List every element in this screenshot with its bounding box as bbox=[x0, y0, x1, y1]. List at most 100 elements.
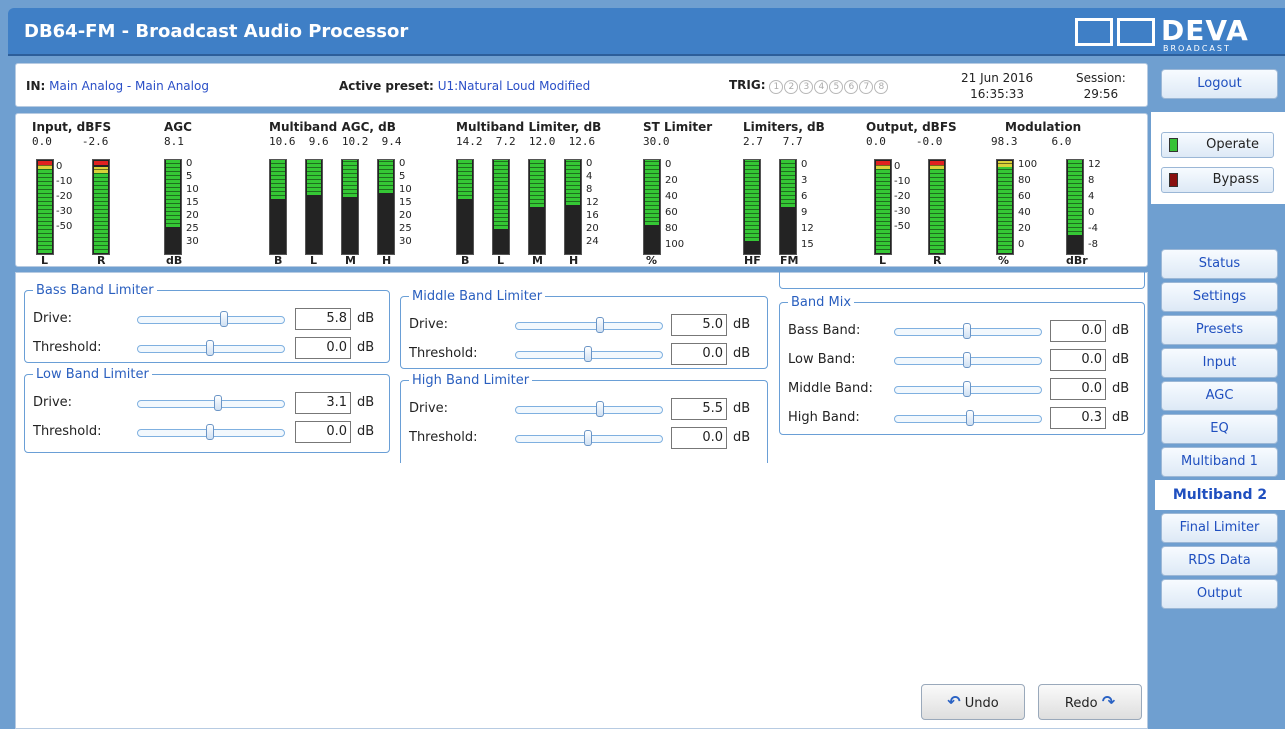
nav-final-limiter[interactable]: Final Limiter bbox=[1161, 513, 1278, 543]
meter-input-r-value: -2.6 bbox=[81, 135, 109, 148]
bass-drive-input[interactable]: 5.8 bbox=[295, 308, 351, 330]
scale-tick: 12 bbox=[1088, 159, 1101, 170]
middle-threshold-input[interactable]: 0.0 bbox=[671, 343, 727, 365]
scale-tick: 5 bbox=[399, 171, 406, 182]
nav-output[interactable]: Output bbox=[1161, 579, 1278, 609]
low-band-limiter-group: Low Band Limiter Drive: 3.1 dB Threshold… bbox=[24, 367, 390, 453]
slider-knob[interactable] bbox=[206, 424, 214, 440]
meter-st-lim-label: % bbox=[646, 254, 658, 267]
nav-status[interactable]: Status bbox=[1161, 249, 1278, 279]
nav-input[interactable]: Input bbox=[1161, 348, 1278, 378]
mix-bass-slider[interactable] bbox=[894, 323, 1042, 339]
nav-multiband-2[interactable]: Multiband 2 bbox=[1155, 480, 1285, 510]
meter-modulation-dbr-scale: 12 8 4 0 -4 -8 bbox=[1088, 157, 1101, 253]
bass-drive-slider[interactable] bbox=[137, 311, 285, 327]
nav-eq[interactable]: EQ bbox=[1161, 414, 1278, 444]
scale-tick: 40 bbox=[1018, 207, 1031, 218]
redo-button[interactable]: Redo ↷ bbox=[1038, 684, 1142, 720]
meter-mb-lim-b-bar bbox=[456, 159, 474, 255]
slider-knob[interactable] bbox=[220, 311, 228, 327]
low-threshold-slider[interactable] bbox=[137, 424, 285, 440]
meter-mb-lim: Multiband Limiter, dB 14.2 7.2 12.0 12.6 bbox=[456, 120, 601, 148]
app-title: DB64-FM - Broadcast Audio Processor bbox=[24, 21, 409, 42]
nav-multiband-1[interactable]: Multiband 1 bbox=[1161, 447, 1278, 477]
bass-threshold-slider[interactable] bbox=[137, 340, 285, 356]
meter-mb-agc-title: Multiband AGC, dB bbox=[269, 120, 396, 134]
mix-bass-input[interactable]: 0.0 bbox=[1050, 320, 1106, 342]
scale-tick: 0 bbox=[399, 158, 406, 169]
mix-low-input[interactable]: 0.0 bbox=[1050, 349, 1106, 371]
middle-drive-label: Drive: bbox=[409, 317, 449, 332]
scale-tick: 25 bbox=[186, 223, 199, 234]
mb-agc-h-label: H bbox=[382, 254, 392, 267]
scale-tick: 3 bbox=[801, 175, 808, 186]
limiters-fm-value: 7.7 bbox=[782, 135, 803, 148]
mix-middle-label: Middle Band: bbox=[788, 381, 873, 396]
scale-tick: 0 bbox=[56, 161, 63, 172]
mb-lim-h-label: H bbox=[569, 254, 579, 267]
bass-threshold-input[interactable]: 0.0 bbox=[295, 337, 351, 359]
nav-settings[interactable]: Settings bbox=[1161, 282, 1278, 312]
low-threshold-input[interactable]: 0.0 bbox=[295, 421, 351, 443]
meter-modulation-values: 98.3 6.0 bbox=[991, 135, 1081, 148]
input-source: IN: Main Analog - Main Analog bbox=[26, 79, 209, 93]
slider-knob[interactable] bbox=[584, 430, 592, 446]
nav-presets[interactable]: Presets bbox=[1161, 315, 1278, 345]
slider-knob[interactable] bbox=[963, 352, 971, 368]
slider-knob[interactable] bbox=[214, 395, 222, 411]
high-threshold-slider[interactable] bbox=[515, 430, 663, 446]
undo-button[interactable]: ↶ Undo bbox=[921, 684, 1025, 720]
meter-mb-lim-scale: 0 4 8 12 16 20 24 bbox=[586, 157, 599, 248]
slider-knob[interactable] bbox=[584, 346, 592, 362]
mix-high-input[interactable]: 0.3 bbox=[1050, 407, 1106, 429]
low-drive-slider[interactable] bbox=[137, 395, 285, 411]
mix-middle-input[interactable]: 0.0 bbox=[1050, 378, 1106, 400]
scale-tick: 0 bbox=[801, 159, 808, 170]
high-drive-slider[interactable] bbox=[515, 401, 663, 417]
operate-button[interactable]: Operate bbox=[1161, 132, 1274, 158]
slider-knob[interactable] bbox=[966, 410, 974, 426]
meter-input-r-bar bbox=[92, 159, 110, 255]
meter-modulation: Modulation 98.3 6.0 bbox=[991, 120, 1081, 148]
empty-group-bottom bbox=[779, 271, 1145, 289]
bypass-button[interactable]: Bypass bbox=[1161, 167, 1274, 193]
slider-knob[interactable] bbox=[963, 381, 971, 397]
mb-agc-h-value: 9.4 bbox=[381, 135, 402, 148]
mix-high-slider[interactable] bbox=[894, 410, 1042, 426]
meter-agc-value: 8.1 bbox=[164, 135, 184, 148]
low-drive-input[interactable]: 3.1 bbox=[295, 392, 351, 414]
high-drive-input[interactable]: 5.5 bbox=[671, 398, 727, 420]
low-threshold-row: Threshold: 0.0 dB bbox=[33, 421, 397, 443]
mix-middle-slider[interactable] bbox=[894, 381, 1042, 397]
slider-knob[interactable] bbox=[206, 340, 214, 356]
mb-lim-l-value: 7.2 bbox=[495, 135, 516, 148]
bass-threshold-label: Threshold: bbox=[33, 340, 102, 355]
high-threshold-input[interactable]: 0.0 bbox=[671, 427, 727, 449]
modulation-pct-label: % bbox=[998, 254, 1010, 267]
middle-threshold-slider[interactable] bbox=[515, 346, 663, 362]
trig-8: 8 bbox=[874, 80, 889, 94]
nav-rds-data[interactable]: RDS Data bbox=[1161, 546, 1278, 576]
meter-mb-agc: Multiband AGC, dB 10.6 9.6 10.2 9.4 bbox=[269, 120, 402, 148]
limiters-fm-label: FM bbox=[780, 254, 799, 267]
slider-knob[interactable] bbox=[596, 401, 604, 417]
slider-knob[interactable] bbox=[596, 317, 604, 333]
logout-button[interactable]: Logout bbox=[1161, 69, 1278, 99]
middle-drive-slider[interactable] bbox=[515, 317, 663, 333]
mix-low-slider[interactable] bbox=[894, 352, 1042, 368]
meter-output-scale: 0 -10 -20 -30 -50 bbox=[894, 159, 910, 234]
scale-tick: 8 bbox=[1088, 175, 1095, 186]
logo-subtitle: BROADCAST bbox=[1163, 44, 1231, 53]
middle-drive-input[interactable]: 5.0 bbox=[671, 314, 727, 336]
scale-tick: 20 bbox=[399, 210, 412, 221]
mb-lim-h-value: 12.6 bbox=[568, 135, 596, 148]
scale-tick: 6 bbox=[801, 191, 808, 202]
modulation-dbr-label: dBr bbox=[1066, 254, 1088, 267]
meter-st-lim-title: ST Limiter bbox=[643, 120, 713, 134]
meter-mb-agc-values: 10.6 9.6 10.2 9.4 bbox=[269, 135, 402, 148]
band-mix-group: Band Mix Bass Band: 0.0 dB Low Band: 0.0… bbox=[779, 295, 1145, 435]
slider-knob[interactable] bbox=[963, 323, 971, 339]
input-value[interactable]: Main Analog - Main Analog bbox=[49, 79, 209, 93]
nav-agc[interactable]: AGC bbox=[1161, 381, 1278, 411]
preset-value[interactable]: U1:Natural Loud Modified bbox=[438, 79, 591, 93]
